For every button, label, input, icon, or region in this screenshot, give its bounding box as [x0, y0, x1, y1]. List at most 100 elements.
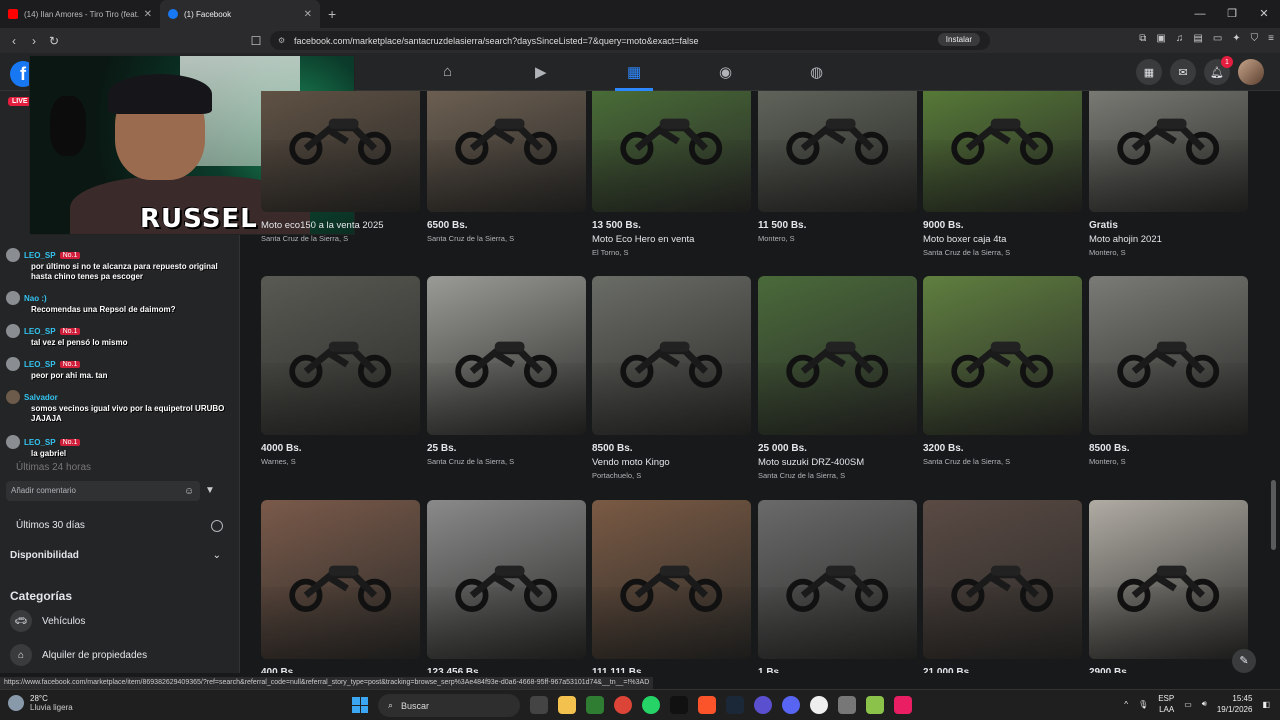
windows-start-icon[interactable] [352, 697, 368, 713]
vpn-icon[interactable] [754, 696, 772, 714]
volume-icon[interactable]: 🔊︎ [1202, 699, 1207, 709]
network-icon[interactable]: ▭ [1184, 700, 1192, 709]
store-icon[interactable] [586, 696, 604, 714]
category-rentals[interactable]: ⌂ Alquiler de propiedades [10, 644, 147, 666]
tab-facebook[interactable]: (1) Facebook ✕ [160, 0, 320, 28]
install-button[interactable]: Instalar [937, 33, 980, 46]
filter-icon[interactable]: ▼ [205, 485, 215, 496]
gaming-icon[interactable]: ◍ [810, 63, 823, 81]
app-icon[interactable] [866, 696, 884, 714]
maximize-icon[interactable]: ❐ [1216, 0, 1248, 28]
steam-icon[interactable] [726, 696, 744, 714]
listing-photo[interactable] [592, 500, 751, 659]
listing-card[interactable]: 1 Bs.RUSSO MOTO USADA [758, 500, 917, 673]
shield-icon[interactable]: ⛉ [1251, 33, 1259, 44]
listing-photo[interactable] [261, 276, 420, 435]
listing-photo[interactable] [427, 91, 586, 212]
brave-icon[interactable] [698, 696, 716, 714]
new-tab-button[interactable]: + [320, 6, 344, 22]
marketplace-icon[interactable]: ▦ [614, 63, 654, 91]
listing-card[interactable]: 4000 Bs. Warnes, S [261, 276, 420, 466]
listing-card[interactable]: 21 000 Bs.EN VENTA MOTO HERO XPULSE [923, 500, 1082, 673]
task-view-icon[interactable] [530, 696, 548, 714]
listing-photo[interactable] [1089, 91, 1248, 212]
listing-card[interactable]: 123 456 Bs. [427, 500, 586, 673]
sidebar-icon[interactable]: ▤ [1193, 33, 1202, 44]
listing-photo[interactable] [592, 276, 751, 435]
tiktok-live-icon[interactable] [894, 696, 912, 714]
url-field[interactable]: ⚙ facebook.com/marketplace/santacruzdela… [270, 31, 990, 50]
chevron-up-icon[interactable]: ^ [1124, 700, 1128, 709]
listing-card[interactable]: Moto eco150 a la venta 2025 Santa Cruz de… [261, 91, 420, 243]
listing-photo[interactable] [758, 276, 917, 435]
whatsapp-icon[interactable] [642, 696, 660, 714]
weather-widget[interactable]: 28°C Lluvia ligera [8, 694, 73, 712]
emoji-icon[interactable]: ☺ [184, 486, 194, 497]
close-icon[interactable]: ✕ [144, 9, 152, 20]
listing-photo[interactable] [923, 91, 1082, 212]
wallet-icon[interactable]: ▭ [1213, 33, 1222, 44]
listing-card[interactable]: 400 Bs. [261, 500, 420, 673]
minimize-icon[interactable]: — [1184, 0, 1216, 28]
menu-icon[interactable]: ≡ [1268, 33, 1274, 44]
extensions-icon[interactable]: ⧉ [1139, 33, 1146, 44]
file-explorer-icon[interactable] [558, 696, 576, 714]
home-icon[interactable]: ⌂ [443, 63, 452, 80]
video-icon[interactable]: ▶ [535, 63, 547, 81]
listing-card[interactable]: 2900 Bs. [1089, 500, 1248, 673]
reload-icon[interactable]: ↻ [44, 34, 64, 48]
listing-card[interactable]: 3200 Bs. Santa Cruz de la Sierra, S [923, 276, 1082, 466]
comment-input[interactable]: Añadir comentario [6, 481, 200, 501]
chrome-icon[interactable] [614, 696, 632, 714]
radio-last-30d[interactable] [211, 520, 223, 532]
edit-icon[interactable]: ✎ [1232, 649, 1256, 673]
listing-card[interactable]: Gratis Moto ahojin 2021 Montero, S [1089, 91, 1248, 257]
close-window-icon[interactable]: ✕ [1248, 0, 1280, 28]
filter-last-30d[interactable]: Últimos 30 días [16, 520, 85, 531]
groups-icon[interactable]: ◉ [719, 63, 732, 81]
listing-card[interactable]: 11 500 Bs. Montero, S [758, 91, 917, 243]
clock[interactable]: 15:45 19/1/2026 [1217, 693, 1253, 715]
listing-card[interactable]: 25 000 Bs. Moto suzuki DRZ-400SM Santa Cru… [758, 276, 917, 480]
tiktok-icon[interactable] [670, 696, 688, 714]
avatar[interactable] [1238, 59, 1264, 85]
listing-photo[interactable] [261, 500, 420, 659]
listing-photo[interactable] [261, 91, 420, 212]
listing-card[interactable]: 6500 Bs. Santa Cruz de la Sierra, S [427, 91, 586, 243]
taskbar-search[interactable]: ⌕ Buscar [378, 694, 520, 717]
listing-photo[interactable] [1089, 500, 1248, 659]
listing-card[interactable]: 9000 Bs. Moto boxer caja 4ta Santa Cruz de… [923, 91, 1082, 257]
listing-card[interactable]: 8500 Bs. Montero, S [1089, 276, 1248, 466]
category-vehicles[interactable]: 🚗︎ Vehículos [10, 610, 85, 632]
forward-icon[interactable]: › [24, 34, 44, 48]
scrollbar[interactable] [1271, 480, 1276, 550]
listing-photo[interactable] [427, 500, 586, 659]
close-icon[interactable]: ✕ [304, 9, 312, 20]
listing-card[interactable]: 25 Bs. Santa Cruz de la Sierra, S [427, 276, 586, 466]
discord-icon[interactable] [782, 696, 800, 714]
listing-photo[interactable] [427, 276, 586, 435]
listing-card[interactable]: 8500 Bs. Vendo moto Kingo Portachuelo, S [592, 276, 751, 480]
notification-center-icon[interactable]: ◧ [1262, 700, 1270, 709]
music-icon[interactable]: ♫ [1176, 33, 1184, 44]
listing-card[interactable]: 111 111 Bs. [592, 500, 751, 673]
availability-filter[interactable]: Disponibilidad [10, 550, 79, 561]
listing-photo[interactable] [1089, 276, 1248, 435]
language-indicator[interactable]: ESP LAA [1158, 693, 1174, 715]
messenger-icon[interactable]: ✉ [1170, 59, 1196, 85]
site-info-icon[interactable]: ⚙ [278, 36, 285, 45]
settings-icon[interactable] [838, 696, 856, 714]
obs-icon[interactable] [810, 696, 828, 714]
screenshot-icon[interactable]: ▣ [1156, 33, 1165, 44]
listing-photo[interactable] [592, 91, 751, 212]
microphone-icon[interactable]: 🎙︎ [1138, 700, 1148, 709]
listing-photo[interactable] [758, 91, 917, 212]
tab-youtube[interactable]: (14) Ilan Amores - Tiro Tiro (feat. ✕ [0, 0, 160, 28]
listing-card[interactable]: 13 500 Bs. Moto Eco Hero en venta El Torno… [592, 91, 751, 257]
notifications-icon[interactable]: 🔔︎ 1 [1204, 56, 1233, 85]
listing-photo[interactable] [923, 500, 1082, 659]
listing-photo[interactable] [923, 276, 1082, 435]
menu-grid-icon[interactable]: ▦ [1136, 59, 1162, 85]
bookmark-icon[interactable]: ☐ [246, 34, 266, 48]
ai-icon[interactable]: ✦ [1232, 33, 1240, 44]
